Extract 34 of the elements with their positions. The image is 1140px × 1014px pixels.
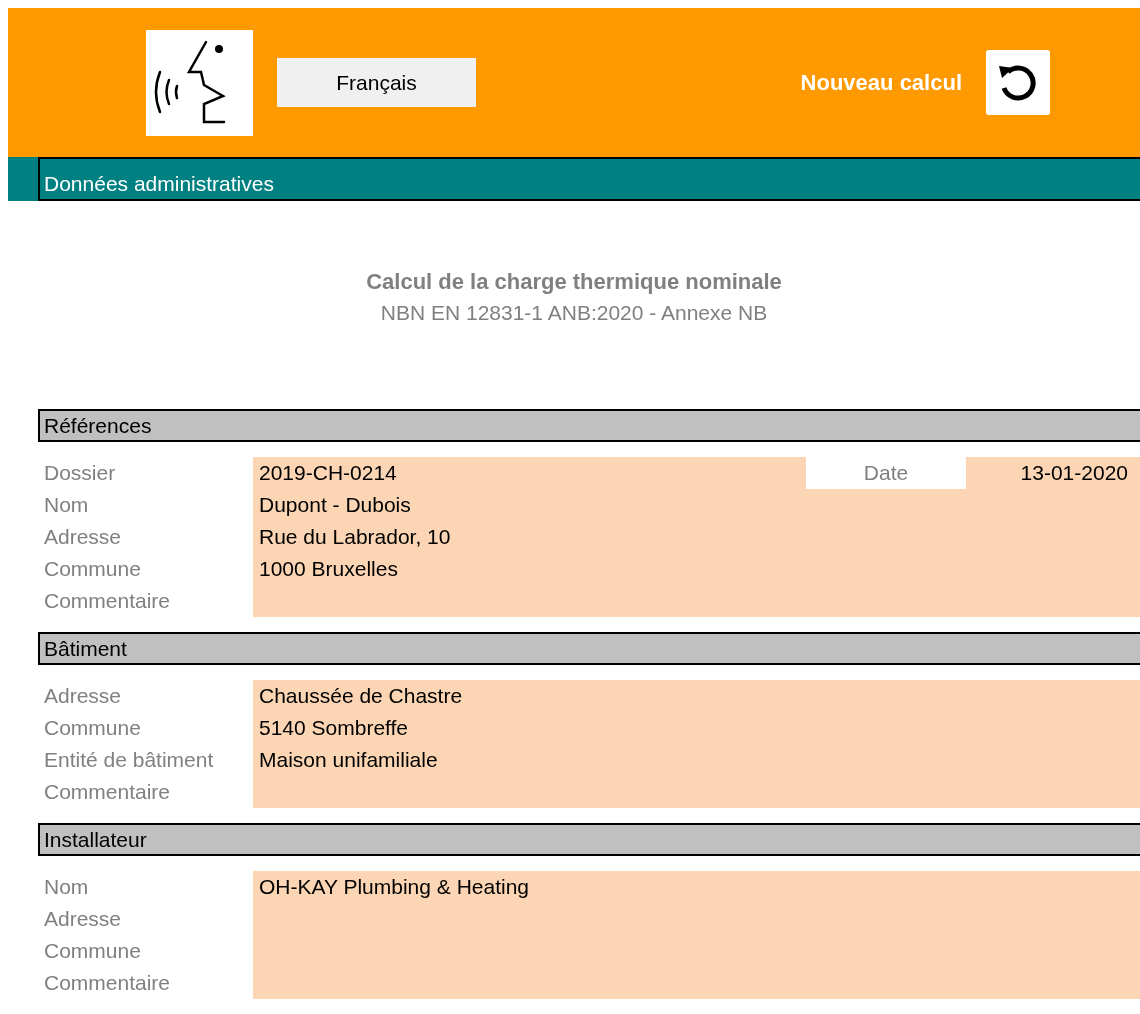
input-field[interactable] — [253, 776, 1140, 808]
field-label: Commentaire — [43, 588, 172, 614]
input-field[interactable]: Dupont - Dubois — [253, 489, 1140, 521]
reset-icon[interactable] — [986, 50, 1050, 115]
input-field[interactable]: Maison unifamiliale — [253, 744, 1140, 776]
field-label: Dossier — [43, 460, 117, 486]
field-label: Commune — [43, 556, 142, 582]
field-label: Nom — [43, 874, 90, 900]
language-button[interactable]: Français — [277, 58, 476, 107]
input-field[interactable]: 13-01-2020 — [966, 457, 1140, 489]
section-title-bar: Données administratives — [38, 157, 1140, 201]
section-header: Installateur — [38, 823, 1140, 856]
page-subtitle: NBN EN 12831-1 ANB:2020 - Annexe NB — [380, 301, 768, 325]
field-label: Entité de bâtiment — [43, 747, 215, 773]
input-field[interactable]: 1000 Bruxelles — [253, 553, 1140, 585]
field-label: Adresse — [43, 906, 123, 932]
field-label: Commentaire — [43, 779, 172, 805]
field-label: Commune — [43, 715, 142, 741]
section-header: Références — [38, 409, 1140, 442]
input-field[interactable]: Rue du Labrador, 10 — [253, 521, 1140, 553]
field-label: Commune — [43, 938, 142, 964]
input-field[interactable]: Chaussée de Chastre — [253, 680, 1140, 712]
input-field[interactable] — [253, 967, 1140, 999]
input-field[interactable]: OH-KAY Plumbing & Heating — [253, 871, 1140, 903]
new-calculation-label: Nouveau calcul — [800, 69, 962, 96]
field-label: Nom — [43, 492, 90, 518]
field-label: Commentaire — [43, 970, 172, 996]
input-field[interactable]: 5140 Sombreffe — [253, 712, 1140, 744]
input-field[interactable]: 2019-CH-0214 — [253, 457, 806, 489]
field-label: Adresse — [43, 683, 123, 709]
input-field[interactable] — [253, 585, 1140, 617]
page-title: Calcul de la charge thermique nominale — [366, 269, 782, 295]
section-header: Bâtiment — [38, 632, 1140, 665]
field-label: Adresse — [43, 524, 123, 550]
